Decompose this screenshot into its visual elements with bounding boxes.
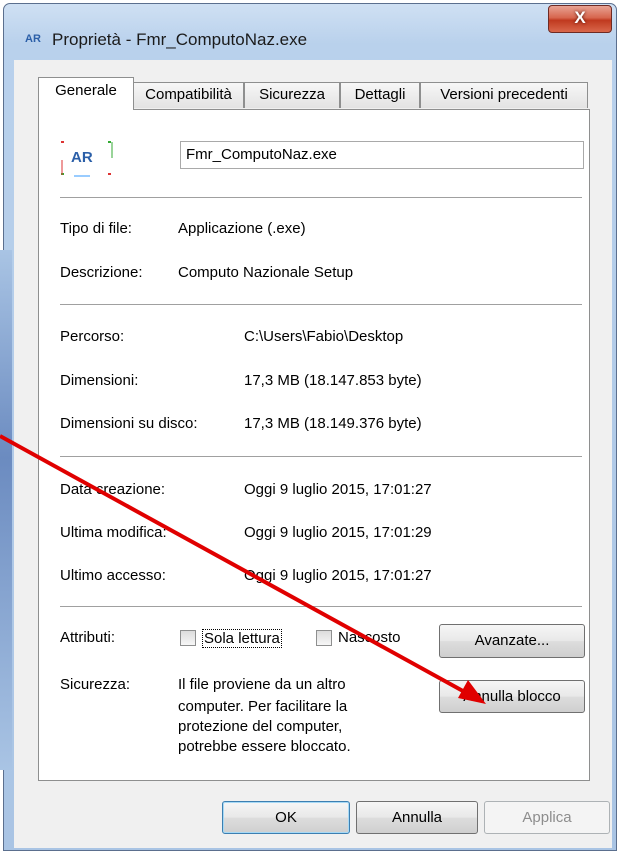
created-label: Data creazione: <box>60 481 166 498</box>
tab-dettagli[interactable]: Dettagli <box>340 82 420 108</box>
separator <box>60 456 582 457</box>
modified-label: Ultima modifica: <box>60 524 167 541</box>
hidden-checkbox[interactable] <box>316 630 332 646</box>
accessed-label: Ultimo accesso: <box>60 567 166 584</box>
separator <box>60 304 582 305</box>
modified-value: Oggi 9 luglio 2015, 17:01:29 <box>244 524 432 541</box>
disk-size-value: 17,3 MB (18.149.376 byte) <box>244 415 422 432</box>
tab-compatibilita[interactable]: Compatibilità <box>133 82 244 108</box>
type-label: Tipo di file: <box>60 220 132 237</box>
disk-size-label: Dimensioni su disco: <box>60 415 198 432</box>
cancel-button[interactable]: Annulla <box>356 801 478 834</box>
window-edge <box>0 250 12 770</box>
description-value: Computo Nazionale Setup <box>178 264 354 281</box>
window-title: Proprietà - Fmr_ComputoNaz.exe <box>52 30 308 49</box>
security-label: Sicurezza: <box>60 676 131 693</box>
file-name-field[interactable]: Fmr_ComputoNaz.exe <box>180 141 584 169</box>
app-icon: AR <box>61 141 113 177</box>
tab-sicurezza[interactable]: Sicurezza <box>244 82 340 108</box>
description-label: Descrizione: <box>60 264 143 281</box>
readonly-label[interactable]: Sola lettura <box>202 629 282 648</box>
advanced-button[interactable]: Avanzate... <box>439 624 585 658</box>
tab-versioni-precedenti[interactable]: Versioni precedenti <box>420 82 588 108</box>
unblock-button[interactable]: Annulla blocco <box>439 680 585 713</box>
security-text-line: protezione del computer, <box>178 718 343 735</box>
path-value: C:\Users\Fabio\Desktop <box>244 328 404 345</box>
attributes-label: Attributi: <box>60 629 116 646</box>
accessed-value: Oggi 9 luglio 2015, 17:01:27 <box>244 567 432 584</box>
app-icon: AR <box>25 33 41 45</box>
size-value: 17,3 MB (18.147.853 byte) <box>244 372 422 389</box>
separator <box>60 197 582 198</box>
security-text-line: computer. Per facilitare la <box>178 698 348 715</box>
created-value: Oggi 9 luglio 2015, 17:01:27 <box>244 481 432 498</box>
svg-text:AR: AR <box>25 33 41 45</box>
tab-generale[interactable]: Generale <box>38 77 134 110</box>
readonly-checkbox[interactable] <box>180 630 196 646</box>
security-text-line: potrebbe essere bloccato. <box>178 738 351 755</box>
close-button[interactable]: X <box>548 5 612 33</box>
path-label: Percorso: <box>60 328 125 345</box>
security-text-line: Il file proviene da un altro <box>178 676 346 693</box>
size-label: Dimensioni: <box>60 372 139 389</box>
svg-text:AR: AR <box>71 149 93 166</box>
hidden-label[interactable]: Nascosto <box>338 629 401 646</box>
type-value: Applicazione (.exe) <box>178 220 306 237</box>
separator <box>60 606 582 607</box>
ok-button[interactable]: OK <box>222 801 350 834</box>
apply-button[interactable]: Applica <box>484 801 610 834</box>
